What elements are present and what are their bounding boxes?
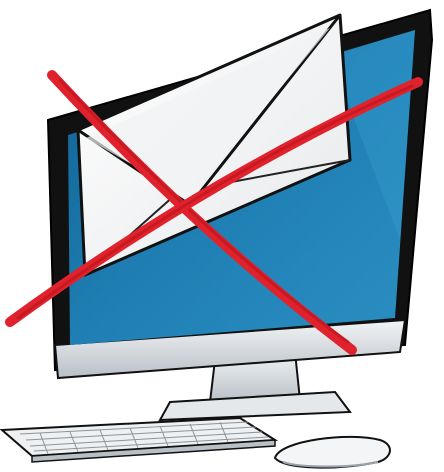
mouse-icon xyxy=(273,435,391,469)
illustration-canvas xyxy=(0,8,434,469)
no-email-illustration xyxy=(0,0,444,472)
keyboard-icon xyxy=(0,416,279,463)
